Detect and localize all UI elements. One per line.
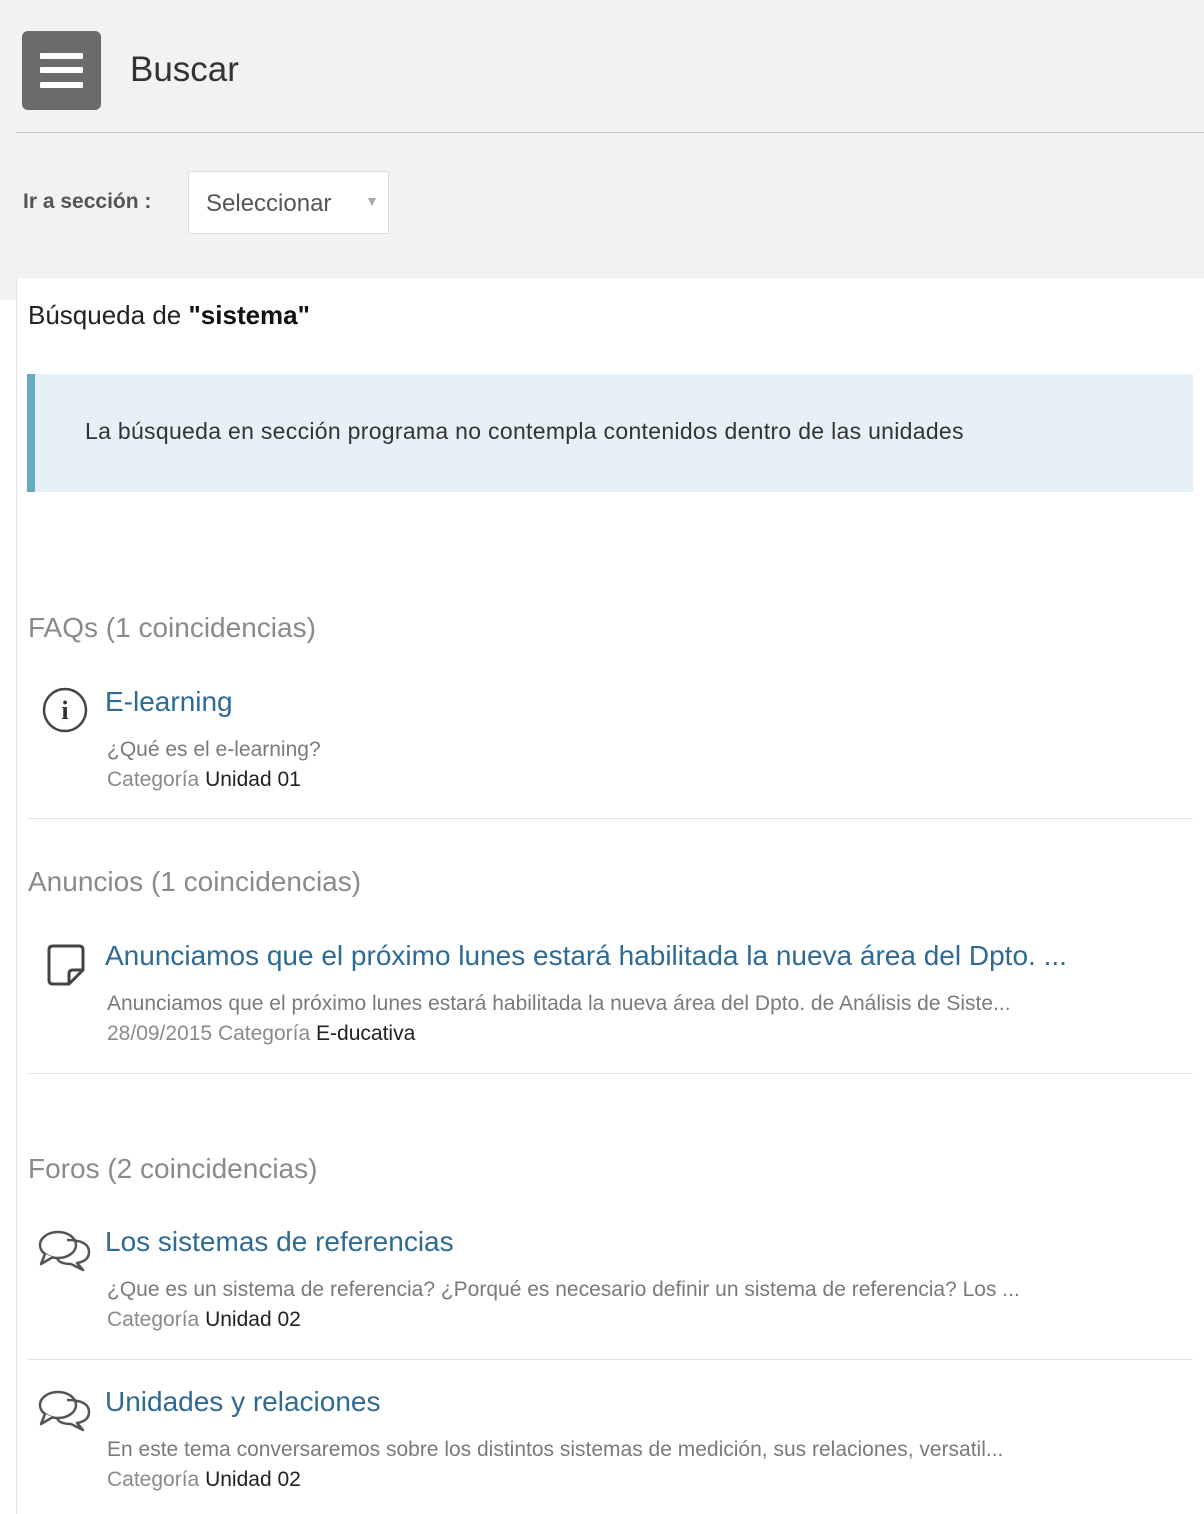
result-meta: Categoría Unidad 01 <box>107 768 301 792</box>
note-icon <box>47 944 85 986</box>
category-label: Categoría <box>217 1022 311 1045</box>
foros-group-title: Foros (2 coincidencias) <box>28 1153 318 1184</box>
result-title-link[interactable]: Los sistemas de referencias <box>105 1226 454 1258</box>
list-item: Los sistemas de referencias ¿Que es un s… <box>27 1214 1193 1360</box>
result-excerpt: En este tema conversaremos sobre los dis… <box>107 1438 1004 1461</box>
result-date: 28/09/2015 <box>107 1022 213 1045</box>
list-item: Anunciamos que el próximo lunes estará h… <box>27 928 1193 1074</box>
menu-bar-icon <box>40 67 83 73</box>
category-label: Categoría <box>107 1468 200 1491</box>
list-item: i E-learning ¿Qué es el e-learning? Cate… <box>27 674 1193 819</box>
notice-text: La búsqueda en sección programa no conte… <box>85 418 964 444</box>
section-nav-label: Ir a sección : <box>23 190 152 213</box>
result-title-link[interactable]: Anunciamos que el próximo lunes estará h… <box>105 940 1185 972</box>
category-value: Unidad 02 <box>205 1308 301 1331</box>
info-icon: i <box>42 687 88 733</box>
result-excerpt: Anunciamos que el próximo lunes estará h… <box>107 992 1011 1015</box>
result-title-link[interactable]: E-learning <box>105 686 233 718</box>
section-select[interactable]: Seleccionar ▼ <box>188 171 389 234</box>
list-item: Unidades y relaciones En este tema conve… <box>27 1374 1193 1514</box>
result-excerpt: ¿Que es un sistema de referencia? ¿Porqu… <box>107 1278 1020 1301</box>
section-select-value: Seleccionar <box>206 190 332 217</box>
category-value: E-ducativa <box>316 1022 416 1045</box>
search-heading-prefix: Búsqueda de <box>28 300 189 330</box>
info-notice: La búsqueda en sección programa no conte… <box>27 374 1193 492</box>
result-meta: 28/09/2015 Categoría E-ducativa <box>107 1022 415 1046</box>
category-label: Categoría <box>107 1308 200 1331</box>
svg-text:i: i <box>61 696 68 725</box>
faqs-group-title: FAQs (1 coincidencias) <box>28 612 316 643</box>
hamburger-menu-button[interactable] <box>22 31 101 110</box>
anuncios-group-title: Anuncios (1 coincidencias) <box>28 866 362 897</box>
menu-bar-icon <box>40 53 83 59</box>
page-title: Buscar <box>130 50 239 89</box>
chat-bubbles-icon <box>38 1390 91 1432</box>
result-title-link[interactable]: Unidades y relaciones <box>105 1386 381 1418</box>
search-heading: Búsqueda de "sistema" <box>28 300 310 331</box>
page-header: Buscar <box>16 0 1204 133</box>
category-value: Unidad 01 <box>205 768 301 791</box>
category-value: Unidad 02 <box>205 1468 301 1491</box>
caret-down-icon: ▼ <box>365 193 379 209</box>
result-meta: Categoría Unidad 02 <box>107 1468 301 1492</box>
result-meta: Categoría Unidad 02 <box>107 1308 301 1332</box>
search-term: "sistema" <box>188 300 310 330</box>
category-label: Categoría <box>107 768 200 791</box>
result-excerpt: ¿Qué es el e-learning? <box>107 738 321 761</box>
menu-bar-icon <box>40 82 83 88</box>
results-panel: Búsqueda de "sistema" La búsqueda en sec… <box>16 278 1204 1514</box>
chat-bubbles-icon <box>38 1230 91 1272</box>
